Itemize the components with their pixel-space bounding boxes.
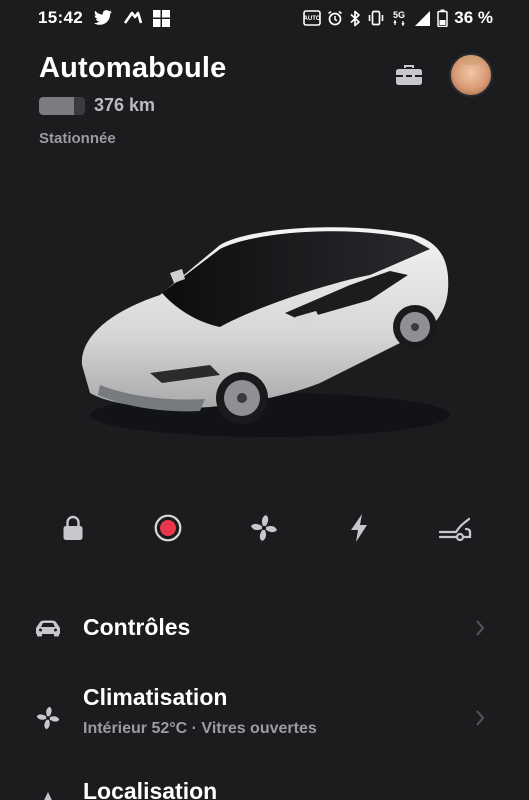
menu-item-climate[interactable]: Climatisation Intérieur 52°C · Vitres ou… xyxy=(0,680,529,750)
toolbox-icon[interactable] xyxy=(395,64,423,86)
vehicle-name: Automaboule xyxy=(39,52,227,84)
status-bar: 15:42 AUTO 5G 36 % xyxy=(0,0,529,36)
credit-agricole-icon xyxy=(123,11,143,25)
location-icon xyxy=(34,788,62,800)
windows-icon xyxy=(152,9,170,27)
quick-actions xyxy=(0,505,529,551)
status-left: 15:42 xyxy=(38,8,170,28)
vehicle-status: Stationnée xyxy=(39,130,116,147)
auto-brightness-icon: AUTO xyxy=(303,10,322,26)
battery-icon xyxy=(437,9,448,27)
chevron-right-icon xyxy=(473,708,487,728)
car-icon xyxy=(34,614,62,642)
menu-title-climate: Climatisation xyxy=(83,684,228,710)
vehicle-battery-icon xyxy=(39,96,85,115)
status-right: AUTO 5G 36 % xyxy=(303,8,493,28)
status-time: 15:42 xyxy=(38,8,83,27)
vehicle-image xyxy=(70,215,460,445)
charge-button[interactable] xyxy=(336,505,382,551)
fan-button[interactable] xyxy=(241,505,287,551)
menu-title-location: Localisation xyxy=(83,778,218,800)
range-row: 376 km xyxy=(39,95,155,116)
menu-item-controls[interactable]: Contrôles xyxy=(0,600,529,656)
5g-icon: 5G xyxy=(391,9,407,27)
header-actions xyxy=(395,53,493,97)
chevron-right-icon xyxy=(473,618,487,638)
lock-icon xyxy=(62,515,84,541)
vehicle-range: 376 km xyxy=(94,95,156,115)
bluetooth-icon xyxy=(349,10,361,27)
fan-icon xyxy=(249,513,279,543)
signal-icon xyxy=(413,10,431,27)
vibrate-icon xyxy=(367,10,385,26)
lock-button[interactable] xyxy=(50,505,96,551)
vehicle-header: Automaboule xyxy=(39,52,226,85)
svg-text:AUTO: AUTO xyxy=(304,16,321,22)
battery-percent: 36 % xyxy=(454,8,493,27)
record-icon xyxy=(154,514,182,542)
profile-avatar[interactable] xyxy=(449,53,493,97)
menu-subtitle-climate: Intérieur 52°C · Vitres ouvertes xyxy=(83,720,317,737)
trunk-icon xyxy=(438,515,472,541)
battery-fill xyxy=(39,96,74,115)
svg-text:5G: 5G xyxy=(393,10,405,20)
fan-icon xyxy=(34,704,62,732)
menu-title-controls: Contrôles xyxy=(83,614,191,640)
menu-item-location[interactable]: Localisation xyxy=(0,770,529,800)
twitter-icon xyxy=(93,10,113,26)
record-button[interactable] xyxy=(145,505,191,551)
charge-icon xyxy=(349,513,369,543)
trunk-button[interactable] xyxy=(432,505,478,551)
alarm-icon xyxy=(327,10,343,26)
